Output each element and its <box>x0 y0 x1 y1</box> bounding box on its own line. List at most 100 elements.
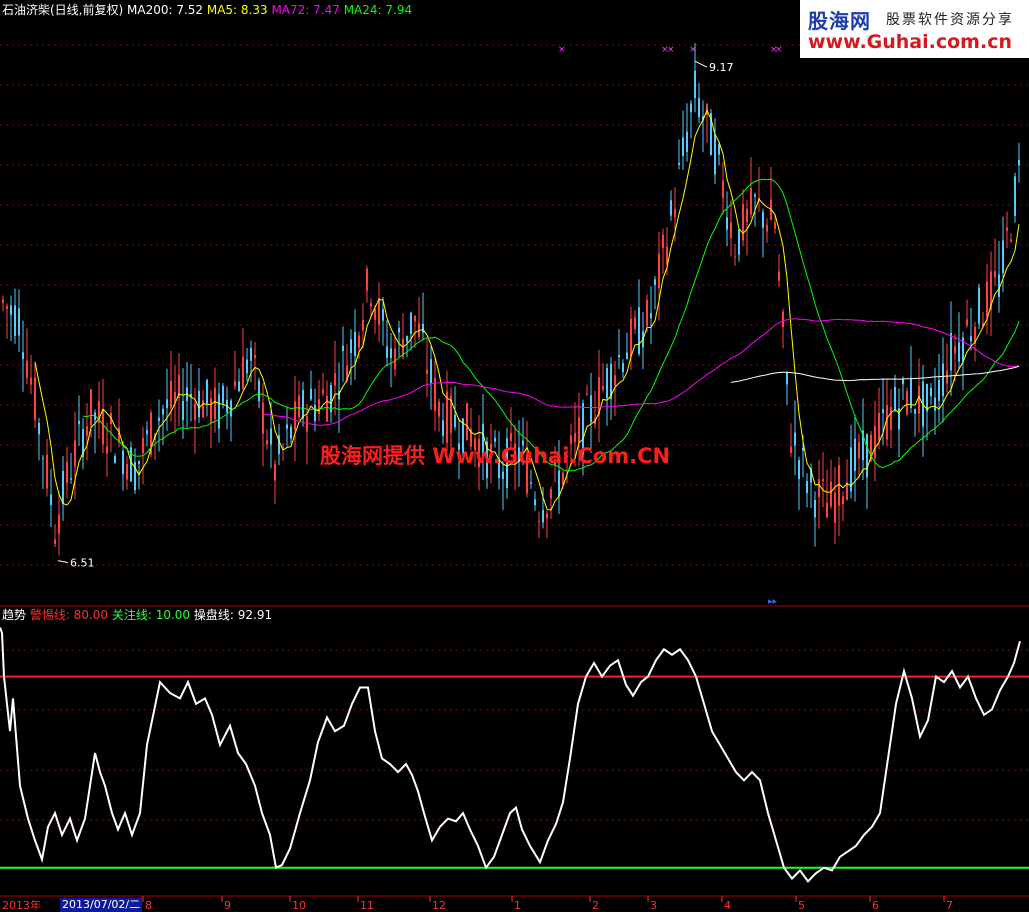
candle-body <box>618 354 620 357</box>
candle-body <box>550 489 552 499</box>
month-label: 1 <box>514 899 521 912</box>
candle-body <box>542 510 544 523</box>
candle-body <box>50 494 52 506</box>
candle-body <box>662 234 664 249</box>
signal-mark: × <box>689 45 697 55</box>
candle-body <box>6 305 8 310</box>
candle-body <box>646 300 648 326</box>
month-label: 4 <box>724 899 731 912</box>
candle-body <box>234 381 236 387</box>
candle-body <box>1018 159 1020 166</box>
candle-body <box>726 217 728 230</box>
candle-body <box>454 414 456 428</box>
candle-body <box>158 417 160 421</box>
candlesticks <box>2 42 1020 556</box>
upper-grid <box>0 44 1029 607</box>
month-label: 6 <box>872 899 879 912</box>
candle-body <box>214 387 216 420</box>
month-label: 11 <box>360 899 374 912</box>
candle-body <box>502 471 504 479</box>
candle-body <box>630 318 632 357</box>
candle-body <box>778 271 780 281</box>
candle-body <box>822 479 824 482</box>
candle-body <box>654 279 656 285</box>
lower-indicator-value: 警惕线: 80.00 <box>30 607 112 622</box>
candle-body <box>430 359 432 383</box>
candle-body <box>70 478 72 480</box>
candle-body <box>298 395 300 418</box>
candle-body <box>634 317 636 329</box>
candle-body <box>774 222 776 229</box>
x-axis: 2013年 8 9 10 11 12 1 2 3 4 5 6 7 <box>2 896 953 912</box>
month-label: 12 <box>432 899 446 912</box>
candle-body <box>846 482 848 500</box>
candle-body <box>738 229 740 255</box>
candle-body <box>2 299 4 303</box>
candle-body <box>754 194 756 197</box>
cursor-date-box: 2013/07/02/二 <box>60 898 143 912</box>
candle-body <box>374 308 376 320</box>
candle-body <box>890 407 892 430</box>
candle-body <box>182 401 184 421</box>
candle-body <box>34 377 36 421</box>
candle-body <box>362 319 364 331</box>
candle-body <box>578 417 580 443</box>
candle-body <box>718 144 720 155</box>
candle-body <box>290 426 292 439</box>
candle-body <box>42 457 44 459</box>
candle-body <box>946 370 948 384</box>
candle-body <box>54 539 56 545</box>
signal-mark: × <box>558 45 566 55</box>
candle-body <box>586 393 588 395</box>
year-label: 2013年 <box>2 898 41 912</box>
candle-body <box>222 385 224 404</box>
candle-body <box>866 434 868 478</box>
candle-body <box>206 379 208 404</box>
candle-body <box>286 424 288 429</box>
candle-body <box>878 412 880 441</box>
candle-body <box>262 402 264 434</box>
high-marker <box>694 60 708 68</box>
candle-body <box>766 224 768 232</box>
candle-body <box>546 513 548 519</box>
candle-body <box>874 426 876 458</box>
candle-body <box>798 460 800 480</box>
chart-canvas: 9.176.51× ×× × ××股海网提供 Www.Guhai.Com.CN▸▸ 2… <box>0 2 1029 912</box>
candle-body <box>30 377 32 385</box>
candle-body <box>90 389 92 426</box>
candle-body <box>350 339 352 353</box>
candle-body <box>986 281 988 317</box>
candle-body <box>782 311 784 328</box>
candle-body <box>994 271 996 278</box>
candle-body <box>918 385 920 414</box>
candle-body <box>14 305 16 336</box>
candle-body <box>638 307 640 355</box>
chart-headers: 石油济柴(日线,前复权) MA200: 7.52 MA5: 8.33 MA72:… <box>2 2 412 622</box>
candle-body <box>538 520 540 522</box>
candle-body <box>414 315 416 322</box>
lower-indicator-value: 关注线: 10.00 <box>112 607 194 622</box>
candle-body <box>714 134 716 175</box>
watermark: 股海网提供 Www.Guhai.Com.CN <box>320 444 670 468</box>
candle-body <box>682 137 684 156</box>
candle-body <box>426 369 428 374</box>
candle-body <box>606 368 608 399</box>
cursor-arrow: ▸▸ <box>768 597 778 607</box>
candle-body <box>534 499 536 506</box>
candle-body <box>442 420 444 436</box>
candle-body <box>622 363 624 372</box>
candle-body <box>202 400 204 418</box>
candle-body <box>914 408 916 414</box>
candle-body <box>530 482 532 484</box>
candle-body <box>858 442 860 459</box>
candle-body <box>978 287 980 324</box>
candle-body <box>250 348 252 361</box>
candle-body <box>62 470 64 505</box>
candle-body <box>66 462 68 484</box>
candle-body <box>138 460 140 465</box>
candle-body <box>238 381 240 392</box>
upper-annotations: 9.176.51× ×× × ××股海网提供 Www.Guhai.Com.CN▸▸ <box>57 45 783 607</box>
candle-body <box>74 440 76 467</box>
candle-body <box>966 319 968 326</box>
candle-body <box>666 246 668 264</box>
